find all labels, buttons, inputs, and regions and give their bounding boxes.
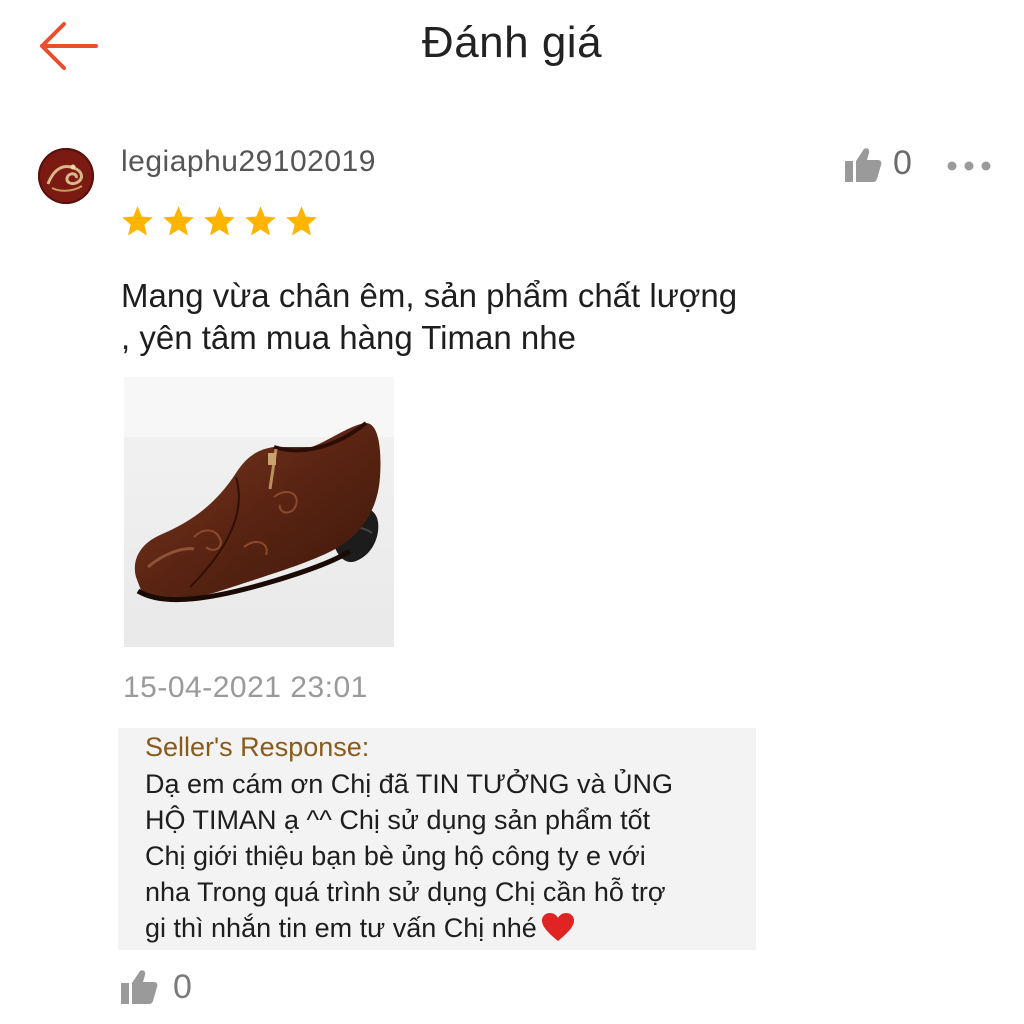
like-button[interactable] [843,146,883,184]
page-title: Đánh giá [421,18,603,67]
thumbs-up-icon [845,148,882,182]
seller-response-box: Seller's Response: Dạ em cám ơn Chị đã T… [118,728,756,950]
more-options-button[interactable] [946,158,992,174]
shoe-image [124,377,394,647]
seller-response-text: Dạ em cám ơn Chị đã TIN TƯỞNG và ỦNG HỘ … [145,766,755,946]
heart-icon [541,913,574,941]
response-text-line: gi thì nhắn tin em tư vấn Chị nhé [145,913,537,943]
reviewer-username[interactable]: legiaphu29102019 [121,145,376,179]
star-icon [286,206,317,236]
seller-response-label: Seller's Response: [145,732,370,762]
star-icon [204,206,235,236]
avatar[interactable] [38,148,94,204]
header-bar: Đánh giá [0,0,1024,95]
thumbs-up-icon [121,970,158,1004]
star-icon [245,206,276,236]
response-text-line-last: gi thì nhắn tin em tư vấn Chị nhé [145,910,755,946]
response-like-count: 0 [173,968,192,1006]
response-text-line: nha Trong quá trình sử dụng Chị cần hỗ t… [145,877,666,907]
star-icon [163,206,194,236]
dragon-avatar-image [38,148,94,204]
review-text-line: Mang vừa chân êm, sản phẩm chất lượng [121,277,738,314]
review-text-line: , yên tâm mua hàng Timan nhe [121,319,576,356]
response-text-line: Chị giới thiệu bạn bè ủng hộ công ty e v… [145,841,646,871]
review-photo[interactable] [124,377,394,647]
review-text: Mang vừa chân êm, sản phẩm chất lượng , … [121,275,881,359]
more-dots-icon [947,161,991,171]
like-count: 0 [893,144,912,182]
response-text-line: HỘ TIMAN ạ ^^ Chị sử dụng sản phẩm tốt [145,805,651,835]
response-like-button[interactable] [118,968,160,1006]
star-rating [120,204,319,239]
star-icon [122,206,153,236]
response-text-line: Dạ em cám ơn Chị đã TIN TƯỞNG và ỦNG [145,769,674,799]
review-date: 15-04-2021 23:01 [123,671,368,704]
